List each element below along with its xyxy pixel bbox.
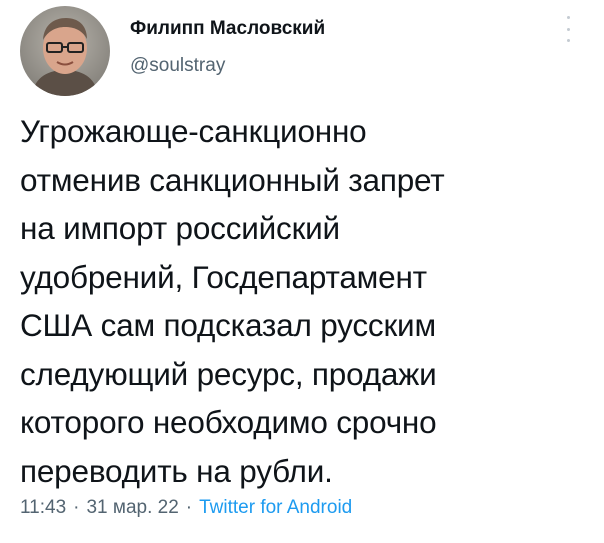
tweet-text-line: отменив санкционный запрет <box>20 161 445 198</box>
tweet-source-link[interactable]: Twitter for Android <box>199 497 352 518</box>
tweet-text-line: на импорт российский <box>20 210 340 246</box>
more-options-icon[interactable] <box>558 16 578 42</box>
tweet-text-line: следующий ресурс, продажи <box>20 355 437 392</box>
tweet-date[interactable]: 31 мар. 22 <box>86 497 178 518</box>
user-handle[interactable]: @soulstray <box>130 55 225 77</box>
meta-separator: · <box>185 497 193 518</box>
avatar[interactable] <box>20 6 110 96</box>
display-name[interactable]: Филипп Масловский <box>130 18 325 40</box>
tweet-card: Филипп Масловский @soulstray Угрожающе-с… <box>0 0 604 543</box>
user-avatar-icon <box>20 6 110 96</box>
tweet-time[interactable]: 11:43 <box>20 497 66 518</box>
tweet-text-line: Угрожающе-санкционно <box>20 113 367 149</box>
tweet-metadata: 11:43 · 31 мар. 22 · Twitter for Android <box>20 497 352 519</box>
tweet-text-line: удобрений, Госдепартамент <box>20 258 427 295</box>
tweet-text-line: которого необходимо срочно <box>20 404 437 440</box>
tweet-text-line: США сам подсказал русским <box>20 307 436 343</box>
tweet-text-line: переводить на рубли. <box>20 452 333 489</box>
meta-separator: · <box>73 497 80 518</box>
tweet-text: Угрожающе-санкционно отменив санкционный… <box>20 107 590 495</box>
